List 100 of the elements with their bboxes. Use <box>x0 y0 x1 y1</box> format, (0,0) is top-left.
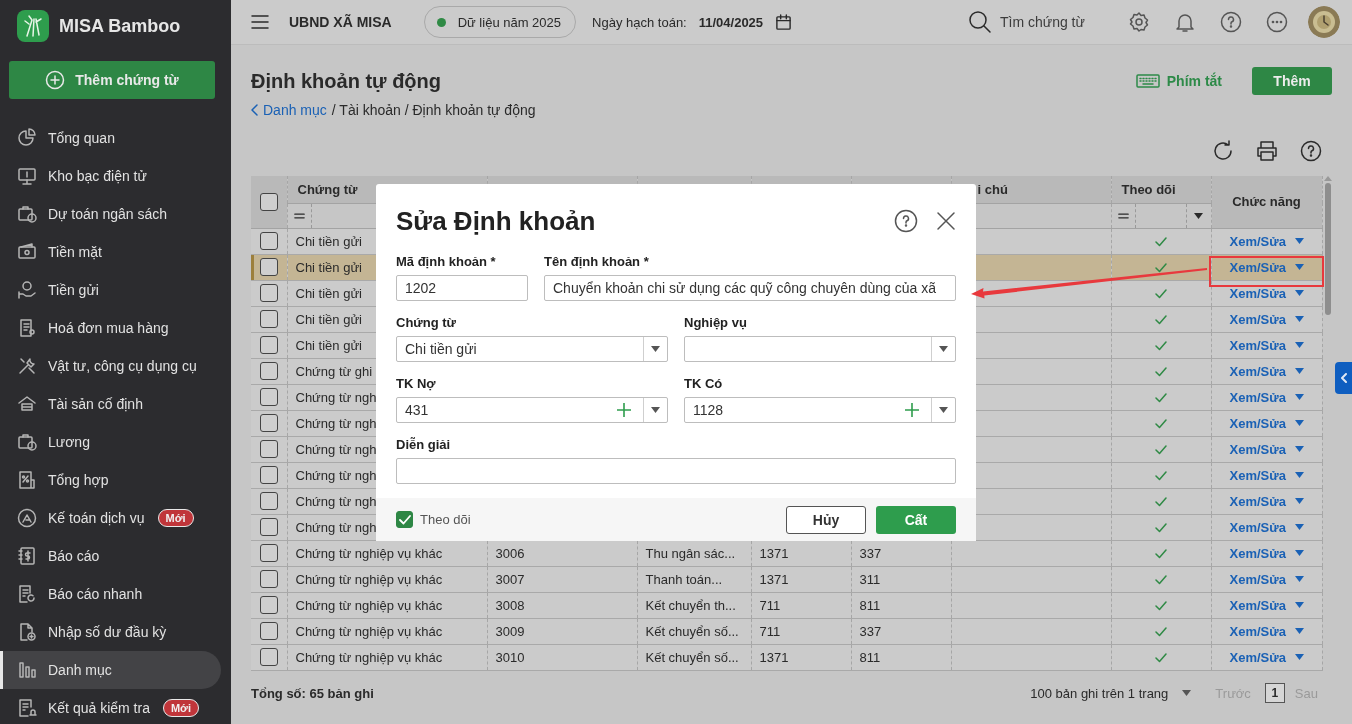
sidebar-item-label: Tiền gửi <box>48 282 99 298</box>
table-cell: Kết chuyển th... <box>637 592 751 618</box>
sidebar-item-label: Kết quả kiểm tra <box>48 700 150 716</box>
search-icon[interactable] <box>968 10 992 34</box>
row-checkbox[interactable] <box>259 310 278 328</box>
field-input[interactable]: 1128 <box>685 398 905 422</box>
add-button[interactable]: Thêm <box>1252 67 1332 95</box>
page-title: Định khoản tự động <box>251 69 441 93</box>
table-cell: Chứng từ nghiệp vụ khác <box>287 540 487 566</box>
row-checkbox[interactable] <box>259 648 278 666</box>
caret-down-icon[interactable] <box>939 346 948 352</box>
sidebar-item[interactable]: Kế toán dịch vụ Mới <box>0 499 221 537</box>
close-button[interactable] <box>936 211 956 231</box>
cancel-button[interactable]: Hủy <box>786 505 866 534</box>
wallet-icon <box>17 242 37 262</box>
caret-down-icon <box>1294 420 1304 426</box>
menu-icon[interactable] <box>251 15 269 29</box>
caret-down-icon <box>1294 550 1304 556</box>
sidebar-item-label: Vật tư, công cụ dụng cụ <box>48 358 197 374</box>
sidebar-item[interactable]: Danh mục <box>0 651 221 689</box>
caret-down-icon[interactable] <box>939 407 948 413</box>
row-checkbox[interactable] <box>259 492 278 510</box>
sidebar-item-label: Tổng hợp <box>48 472 109 488</box>
house-car-icon <box>17 394 37 414</box>
table-cell: Chứng từ nghiệp vụ khác <box>287 618 487 644</box>
print-icon[interactable] <box>1256 140 1278 162</box>
sidebar-item[interactable]: Tài sản cố định <box>0 385 221 423</box>
page-number[interactable]: 1 <box>1264 683 1285 703</box>
field-label: Diễn giải <box>396 437 452 452</box>
row-checkbox[interactable] <box>259 622 278 640</box>
table-cell: 1371 <box>751 566 851 592</box>
table-cell: Thu ngân sác... <box>637 540 751 566</box>
table-cell: 711 <box>751 618 851 644</box>
sidebar-item[interactable]: Tiền gửi <box>0 271 221 309</box>
bell-icon[interactable] <box>1174 11 1196 33</box>
sidebar-item[interactable]: Dự toán ngân sách <box>0 195 221 233</box>
avatar[interactable] <box>1308 6 1340 38</box>
sidebar-item[interactable]: Kho bạc điện tử <box>0 157 221 195</box>
dropdown-field[interactable]: 1128 <box>684 397 956 423</box>
add-voucher-button[interactable]: Thêm chứng từ <box>9 61 215 99</box>
bar-chart-icon <box>17 660 37 680</box>
select-all-checkbox[interactable] <box>259 192 278 211</box>
sidebar-item[interactable]: Hoá đơn mua hàng <box>0 309 221 347</box>
help-icon[interactable] <box>894 209 918 233</box>
sidebar-item[interactable]: Lương <box>0 423 221 461</box>
more-icon[interactable] <box>1266 11 1288 33</box>
dropdown-field[interactable] <box>684 336 956 362</box>
page-size-selector[interactable]: 100 bản ghi trên 1 trang <box>1030 685 1192 701</box>
sidebar-item-label: Kế toán dịch vụ <box>48 510 145 526</box>
posting-date: 11/04/2025 <box>698 14 764 30</box>
sidebar-item[interactable]: Nhập số dư đầu kỳ <box>0 613 221 651</box>
sidebar-item[interactable]: Vật tư, công cụ dụng cụ <box>0 347 221 385</box>
row-checkbox[interactable] <box>259 570 278 588</box>
briefcase-coin-icon <box>17 204 37 224</box>
total-count: Tổng số: 65 bản ghi <box>251 685 374 701</box>
row-checkbox[interactable] <box>259 440 278 458</box>
refresh-icon[interactable] <box>1212 140 1234 162</box>
help-icon[interactable] <box>1220 11 1242 33</box>
help-icon[interactable] <box>1300 140 1322 162</box>
row-checkbox[interactable] <box>259 258 278 276</box>
row-checkbox[interactable] <box>259 388 278 406</box>
calendar-icon[interactable] <box>775 13 793 31</box>
scrollbar-thumb[interactable] <box>1324 183 1331 315</box>
row-checkbox[interactable] <box>259 596 278 614</box>
sidebar-item[interactable]: Báo cáo nhanh <box>0 575 221 613</box>
caret-down-icon <box>1294 264 1304 270</box>
row-checkbox[interactable] <box>259 544 278 562</box>
sidebar-item[interactable]: Kết quả kiểm tra Mới <box>0 689 221 724</box>
sidebar-item[interactable]: Tổng hợp <box>0 461 221 499</box>
caret-down-icon[interactable] <box>651 346 660 352</box>
follow-checkbox[interactable] <box>396 511 413 528</box>
row-checkbox[interactable] <box>259 362 278 380</box>
dropdown-field[interactable]: Chi tiền gửi <box>396 336 668 362</box>
sidebar-item[interactable]: Tiền mặt <box>0 233 221 271</box>
row-checkbox[interactable] <box>259 232 278 250</box>
plus-icon[interactable] <box>905 403 919 417</box>
close-icon <box>936 211 956 231</box>
row-checkbox[interactable] <box>259 336 278 354</box>
table-cell: 337 <box>851 618 951 644</box>
input-field[interactable]: Chuyển khoản chi sử dụng các quỹ công chuyên dùng của xã <box>545 276 955 300</box>
table-cell: 3008 <box>487 592 637 618</box>
dropdown-field[interactable]: 431 <box>396 397 668 423</box>
row-checkbox[interactable] <box>259 466 278 484</box>
caret-down-icon[interactable] <box>1194 212 1203 219</box>
collapse-panel-tab[interactable] <box>1335 362 1352 394</box>
row-checkbox[interactable] <box>259 518 278 536</box>
plus-icon[interactable] <box>617 403 631 417</box>
input-field[interactable]: 1202 <box>397 276 527 300</box>
caret-down-icon[interactable] <box>651 407 660 413</box>
hand-coin-icon <box>17 280 37 300</box>
sidebar-item-label: Báo cáo nhanh <box>48 586 143 602</box>
breadcrumb-link[interactable]: Danh mục <box>251 102 327 118</box>
search-field[interactable]: Tìm chứng từ <box>998 13 1102 31</box>
sidebar-item[interactable]: Tổng quan <box>0 119 221 157</box>
row-checkbox[interactable] <box>259 284 278 302</box>
bamboo-logo-icon <box>17 10 49 42</box>
sidebar-item[interactable]: Báo cáo <box>0 537 221 575</box>
settings-icon[interactable] <box>1128 11 1150 33</box>
row-checkbox[interactable] <box>259 414 278 432</box>
field-label: Nghiệp vụ <box>684 315 748 330</box>
